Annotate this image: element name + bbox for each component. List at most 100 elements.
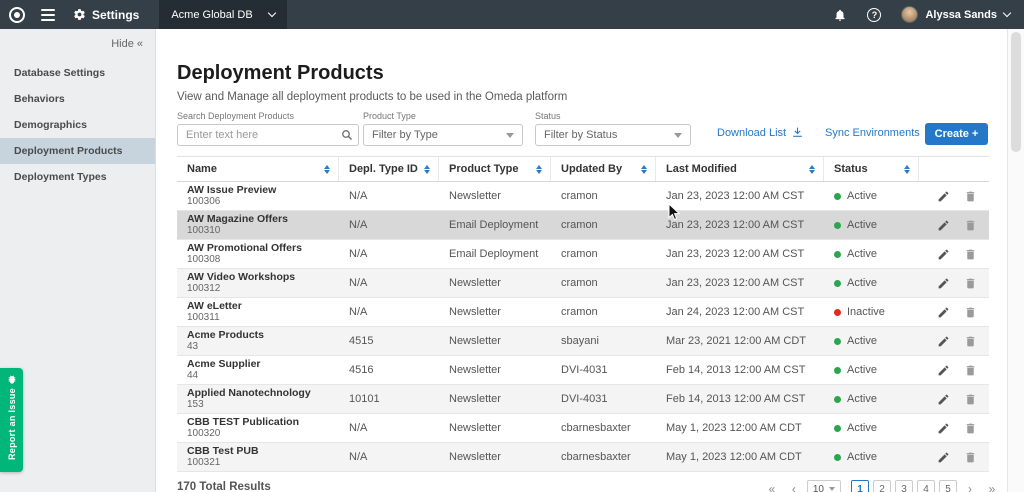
sidebar-item-database-settings[interactable]: Database Settings (0, 60, 155, 86)
edit-icon[interactable] (937, 277, 950, 290)
sidebar-item-deployment-products[interactable]: Deployment Products (0, 138, 155, 164)
edit-icon[interactable] (937, 364, 950, 377)
delete-icon[interactable] (964, 219, 977, 232)
sort-icon[interactable] (424, 165, 430, 174)
delete-icon[interactable] (964, 451, 977, 464)
edit-icon[interactable] (937, 190, 950, 203)
sync-environments-link[interactable]: Sync Environments (825, 126, 938, 139)
sort-icon[interactable] (324, 165, 330, 174)
status-dot (834, 396, 841, 403)
product-name: Acme Supplier (187, 358, 331, 370)
delete-icon[interactable] (964, 422, 977, 435)
download-list-link[interactable]: Download List (717, 126, 804, 139)
sidebar-item-deployment-types[interactable]: Deployment Types (0, 164, 155, 190)
edit-icon[interactable] (937, 393, 950, 406)
last-modified: Jan 23, 2023 12:00 AM CST (656, 277, 824, 289)
sidebar-item-behaviors[interactable]: Behaviors (0, 86, 155, 112)
main-content: Deployment Products View and Manage all … (157, 29, 1007, 492)
sort-icon[interactable] (904, 165, 910, 174)
total-results: 170 Total Results (177, 481, 271, 492)
sort-icon[interactable] (641, 165, 647, 174)
status-label: Active (847, 393, 877, 405)
delete-icon[interactable] (964, 393, 977, 406)
help-icon[interactable]: ? (867, 8, 881, 22)
hamburger-menu-icon[interactable] (41, 9, 55, 21)
pagination-page-1[interactable]: 1 (851, 480, 869, 492)
search-input[interactable] (177, 124, 359, 146)
omeda-logo-icon[interactable] (9, 7, 25, 23)
updated-by: sbayani (551, 335, 656, 347)
product-type-label: Product Type (363, 111, 523, 121)
column-header-name[interactable]: Name (177, 157, 339, 181)
depl-type-id: N/A (339, 451, 439, 463)
user-menu[interactable]: Alyssa Sands (901, 6, 1010, 23)
create-button[interactable]: Create + (925, 123, 988, 145)
delete-icon[interactable] (964, 248, 977, 261)
column-header-depl-type-id[interactable]: Depl. Type ID (339, 157, 439, 181)
sidebar-item-demographics[interactable]: Demographics (0, 112, 155, 138)
table-row[interactable]: CBB Test PUB100321 N/A Newsletter cbarne… (177, 443, 989, 472)
pagination-first-button[interactable]: « (763, 480, 781, 492)
table-row[interactable]: AW eLetter100311 N/A Newsletter cramon J… (177, 298, 989, 327)
delete-icon[interactable] (964, 306, 977, 319)
product-type-select[interactable]: Filter by Type (363, 124, 523, 146)
vertical-scrollbar[interactable] (1007, 29, 1024, 492)
page-size-select[interactable]: 10 (807, 480, 841, 492)
edit-icon[interactable] (937, 219, 950, 232)
gear-icon[interactable] (73, 8, 86, 21)
edit-icon[interactable] (937, 306, 950, 319)
table-row[interactable]: AW Magazine Offers100310 N/A Email Deplo… (177, 211, 989, 240)
pagination-page-5[interactable]: 5 (939, 480, 957, 492)
table-row[interactable]: AW Issue Preview100306 N/A Newsletter cr… (177, 182, 989, 211)
pagination-page-2[interactable]: 2 (873, 480, 891, 492)
report-issue-button[interactable]: Report an Issue (0, 368, 23, 472)
depl-type-id: 4516 (339, 364, 439, 376)
column-header-status[interactable]: Status (824, 157, 919, 181)
status-select[interactable]: Filter by Status (535, 124, 691, 146)
edit-icon[interactable] (937, 248, 950, 261)
delete-icon[interactable] (964, 335, 977, 348)
chevron-down-icon (829, 487, 835, 491)
table-row[interactable]: Acme Products43 4515 Newsletter sbayani … (177, 327, 989, 356)
status-dot (834, 251, 841, 258)
pagination-next-button[interactable]: › (961, 480, 979, 492)
page-size-value: 10 (813, 484, 824, 492)
sidebar-hide-button[interactable]: Hide « (0, 29, 155, 60)
table-row[interactable]: AW Promotional Offers100308 N/A Email De… (177, 240, 989, 269)
pagination-page-3[interactable]: 3 (895, 480, 913, 492)
table-row[interactable]: Acme Supplier44 4516 Newsletter DVI-4031… (177, 356, 989, 385)
status-dot (834, 309, 841, 316)
edit-icon[interactable] (937, 422, 950, 435)
delete-icon[interactable] (964, 364, 977, 377)
status-dot (834, 454, 841, 461)
table-row[interactable]: CBB TEST Publication100320 N/A Newslette… (177, 414, 989, 443)
pagination-prev-button[interactable]: ‹ (785, 480, 803, 492)
sort-icon[interactable] (809, 165, 815, 174)
edit-icon[interactable] (937, 451, 950, 464)
settings-label[interactable]: Settings (92, 8, 139, 22)
delete-icon[interactable] (964, 190, 977, 203)
pagination-page-4[interactable]: 4 (917, 480, 935, 492)
search-icon[interactable] (341, 128, 353, 146)
updated-by: cramon (551, 248, 656, 260)
database-selector[interactable]: Acme Global DB (159, 0, 287, 29)
column-header-last-modified[interactable]: Last Modified (656, 157, 824, 181)
product-name: AW Magazine Offers (187, 213, 331, 225)
page-title: Deployment Products (177, 62, 384, 85)
pagination-last-button[interactable]: » (983, 480, 1001, 492)
status-label: Inactive (847, 306, 885, 318)
table-row[interactable]: AW Video Workshops100312 N/A Newsletter … (177, 269, 989, 298)
delete-icon[interactable] (964, 277, 977, 290)
bell-icon[interactable] (833, 8, 847, 22)
table-row[interactable]: Applied Nanotechnology153 10101 Newslett… (177, 385, 989, 414)
edit-icon[interactable] (937, 335, 950, 348)
table-header-row: Name Depl. Type ID Product Type Updated … (177, 156, 989, 182)
sort-icon[interactable] (536, 165, 542, 174)
filter-bar: Search Deployment Products Product Type … (177, 111, 988, 153)
column-header-product-type[interactable]: Product Type (439, 157, 551, 181)
status-dot (834, 425, 841, 432)
product-type: Email Deployment (439, 248, 551, 260)
scrollbar-thumb[interactable] (1011, 32, 1021, 152)
product-id: 100310 (187, 225, 331, 237)
column-header-updated-by[interactable]: Updated By (551, 157, 656, 181)
